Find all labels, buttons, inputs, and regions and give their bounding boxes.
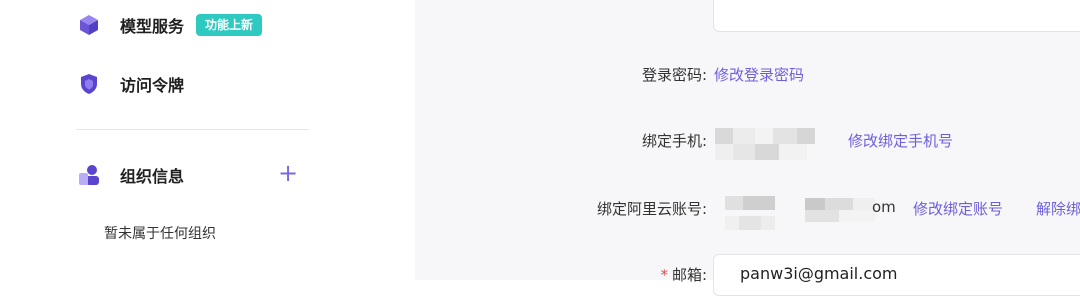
sidebar-item-label: 访问令牌 — [120, 76, 185, 95]
sidebar-item-model-service[interactable]: 模型服务 功能上新 — [76, 5, 263, 45]
account-panel: 登录密码: 修改登录密码 绑定手机: 修改绑定手机号 绑定阿里云账号: om 修… — [415, 0, 1080, 296]
sidebar-item-label: 组织信息 — [120, 167, 185, 186]
sidebar-item-org-info[interactable]: 组织信息 — [76, 155, 184, 195]
required-mark: * — [660, 266, 668, 284]
email-label: * 邮箱: — [660, 264, 707, 285]
unbind-aliyun-account-link[interactable]: 解除绑 — [1036, 198, 1080, 219]
aliyun-account-masked-2 — [805, 198, 875, 222]
phone-number-masked — [715, 128, 825, 160]
sidebar-item-label: 模型服务 — [120, 17, 185, 36]
aliyun-account-suffix: om — [872, 198, 896, 216]
new-feature-badge: 功能上新 — [196, 14, 263, 36]
email-value: panw3i@gmail.com — [740, 264, 898, 283]
cube-icon — [76, 12, 102, 38]
plus-icon[interactable]: + — [276, 161, 300, 185]
sidebar-divider — [76, 129, 309, 130]
password-label: 登录密码: — [641, 66, 707, 84]
users-icon — [76, 162, 102, 188]
email-label-text: 邮箱: — [671, 266, 707, 284]
email-field[interactable]: panw3i@gmail.com — [713, 254, 1080, 296]
change-password-link[interactable]: 修改登录密码 — [714, 64, 804, 85]
shield-icon — [76, 71, 102, 97]
change-aliyun-account-link[interactable]: 修改绑定账号 — [913, 198, 1003, 219]
aliyun-account-label: 绑定阿里云账号: — [596, 200, 707, 218]
empty-org-text: 暂未属于任何组织 — [104, 226, 216, 242]
change-phone-link[interactable]: 修改绑定手机号 — [848, 130, 953, 151]
sidebar: 模型服务 功能上新 访问令牌 组织信息 + 暂未属于任何组织 — [0, 0, 415, 280]
input-box-top[interactable] — [713, 0, 1080, 32]
aliyun-account-masked-1 — [725, 196, 775, 236]
sidebar-item-access-token[interactable]: 访问令牌 — [76, 64, 184, 104]
phone-label: 绑定手机: — [641, 132, 707, 150]
